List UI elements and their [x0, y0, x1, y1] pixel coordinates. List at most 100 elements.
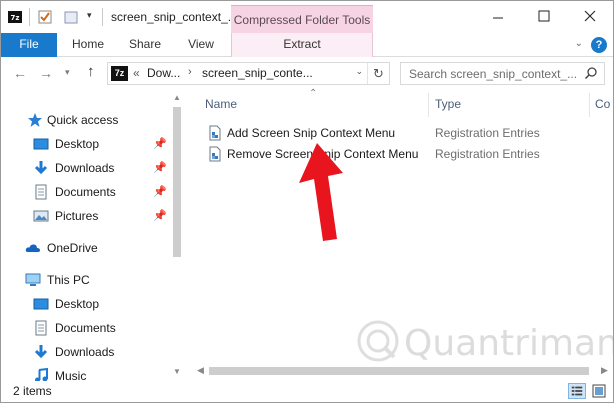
search-icon[interactable]: [584, 66, 598, 80]
document-icon: [35, 184, 47, 200]
download-icon: [34, 161, 48, 175]
qa-customize-icon[interactable]: ▾: [87, 10, 92, 21]
nav-pane-scrollbar[interactable]: ▲ ▼: [169, 91, 185, 381]
window-title: screen_snip_context_...: [111, 10, 238, 24]
table-row[interactable]: Remove Screen Snip Context Menu Registra…: [203, 144, 603, 164]
scroll-up-icon[interactable]: ▲: [173, 93, 181, 102]
search-box[interactable]: Search screen_snip_context_...: [400, 62, 605, 85]
column-header-name[interactable]: Name: [205, 91, 237, 117]
tab-file[interactable]: File: [1, 33, 57, 57]
sidebar-item-label: Downloads: [55, 161, 115, 175]
7zip-app-icon[interactable]: 7z: [7, 9, 23, 25]
search-input[interactable]: Search screen_snip_context_...: [409, 67, 577, 81]
sidebar-item-label: Quick access: [47, 113, 119, 127]
sidebar-item-downloads[interactable]: Downloads 📌: [1, 157, 169, 179]
help-icon[interactable]: ?: [591, 37, 607, 53]
scroll-down-icon[interactable]: ▼: [173, 367, 181, 376]
file-type: Registration Entries: [435, 126, 540, 140]
close-button[interactable]: [567, 1, 613, 31]
scroll-left-icon[interactable]: ◀: [197, 365, 204, 376]
navigation-bar: ← → ▾ ↑ 7z « Dow... › screen_snip_conte.…: [1, 57, 613, 91]
sidebar-item-label: This PC: [47, 273, 90, 287]
maximize-icon: [538, 10, 550, 22]
address-overflow[interactable]: «: [133, 66, 140, 80]
address-7z-icon: 7z: [111, 66, 128, 81]
onedrive-cloud-icon: [25, 244, 40, 252]
download-icon: [34, 345, 48, 359]
sidebar-item-pc-documents[interactable]: Documents: [1, 317, 169, 339]
breadcrumb-current-folder[interactable]: screen_snip_conte...: [202, 66, 313, 80]
pin-icon[interactable]: 📌: [153, 161, 167, 174]
close-icon: [584, 10, 596, 22]
watermark-logo: Quantrimang: [356, 319, 613, 366]
red-annotation-arrow-icon: [299, 143, 343, 241]
expand-ribbon-icon[interactable]: ⌄: [575, 38, 583, 49]
watermark-icon: [357, 320, 399, 362]
scrollbar-thumb[interactable]: [209, 367, 589, 375]
svg-text:7z: 7z: [11, 14, 20, 22]
qa-separator: [29, 8, 30, 26]
sidebar-item-label: Documents: [55, 185, 116, 199]
pin-icon[interactable]: 📌: [153, 137, 167, 150]
address-bar[interactable]: 7z « Dow... › screen_snip_conte... ⌄ ↻: [107, 62, 390, 85]
computer-icon: [25, 273, 41, 286]
sidebar-item-label: Pictures: [55, 209, 99, 223]
sidebar-item-onedrive[interactable]: OneDrive: [1, 237, 169, 259]
sidebar-item-label: Downloads: [55, 345, 115, 359]
sidebar-item-label: Documents: [55, 321, 116, 335]
forward-arrow-icon[interactable]: →: [39, 65, 53, 81]
large-icons-view-icon[interactable]: [590, 383, 608, 399]
tab-view[interactable]: View: [177, 33, 225, 57]
document-icon: [35, 320, 47, 336]
properties-icon[interactable]: [37, 9, 53, 25]
sidebar-item-pictures[interactable]: Pictures 📌: [1, 205, 169, 227]
pin-icon[interactable]: 📌: [153, 185, 167, 198]
explorer-window: 7z ▾ screen_snip_context_... Compressed …: [0, 0, 614, 403]
registry-file-icon: [209, 125, 221, 141]
sidebar-item-label: Desktop: [55, 297, 100, 311]
ribbon-tabs: File Home Share View Extract ⌄ ?: [1, 33, 613, 57]
star-icon: [28, 113, 42, 127]
desktop-icon: [33, 138, 49, 150]
file-type: Registration Entries: [435, 147, 540, 161]
sidebar-item-quick-access[interactable]: Quick access: [1, 109, 169, 131]
breadcrumb-separator-icon: ›: [188, 66, 192, 78]
scroll-right-icon[interactable]: ▶: [601, 365, 608, 376]
table-row[interactable]: Add Screen Snip Context Menu Registratio…: [203, 123, 603, 143]
sidebar-item-pc-desktop[interactable]: Desktop: [1, 293, 169, 315]
sidebar-item-pc-downloads[interactable]: Downloads: [1, 341, 169, 363]
sidebar-item-label: Desktop: [55, 137, 100, 151]
sidebar-item-this-pc[interactable]: This PC: [1, 269, 169, 291]
details-view-icon[interactable]: [568, 383, 586, 399]
up-arrow-icon[interactable]: ↑: [87, 63, 95, 80]
tab-extract[interactable]: Extract: [231, 33, 373, 57]
desktop-icon: [33, 298, 49, 310]
sort-ascending-icon: ⌃: [309, 88, 318, 99]
recent-locations-icon[interactable]: ▾: [65, 67, 70, 78]
maximize-button[interactable]: [521, 1, 567, 31]
back-arrow-icon[interactable]: ←: [13, 65, 27, 81]
refresh-icon[interactable]: ↻: [367, 63, 389, 84]
breadcrumb-downloads[interactable]: Dow...: [147, 66, 180, 80]
pin-icon[interactable]: 📌: [153, 209, 167, 222]
minimize-button[interactable]: [475, 1, 521, 31]
column-header-third[interactable]: Co: [595, 91, 610, 117]
tab-share[interactable]: Share: [121, 33, 169, 57]
column-separator[interactable]: [589, 93, 590, 117]
address-dropdown-icon[interactable]: ⌄: [355, 66, 363, 77]
sidebar-item-desktop[interactable]: Desktop 📌: [1, 133, 169, 155]
tab-home[interactable]: Home: [63, 33, 113, 57]
sidebar-item-label: OneDrive: [47, 241, 98, 255]
horizontal-scrollbar[interactable]: ◀ ▶: [195, 363, 613, 380]
file-name: Add Screen Snip Context Menu: [227, 126, 396, 140]
column-separator[interactable]: [428, 93, 429, 117]
sidebar-item-documents[interactable]: Documents 📌: [1, 181, 169, 203]
scrollbar-thumb[interactable]: [173, 107, 181, 257]
watermark-text: Quantrimang: [404, 323, 613, 364]
column-header-type[interactable]: Type: [435, 91, 461, 117]
status-bar: 2 items: [1, 381, 613, 402]
qa-separator-2: [102, 8, 103, 26]
registry-file-icon: [209, 146, 221, 162]
new-folder-icon[interactable]: [63, 9, 79, 25]
title-bar: 7z ▾ screen_snip_context_... Compressed …: [1, 1, 613, 33]
